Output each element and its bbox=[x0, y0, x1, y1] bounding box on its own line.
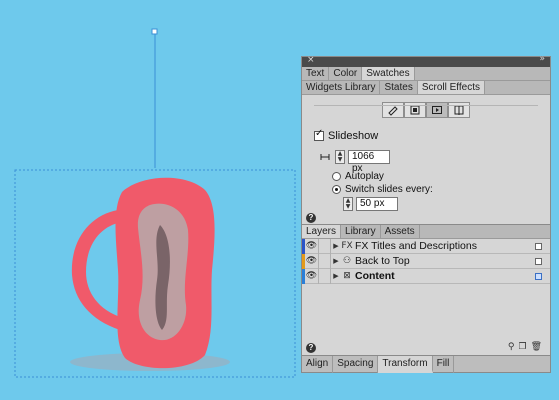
layer-target-box[interactable] bbox=[535, 243, 542, 250]
tab-library[interactable]: Library bbox=[341, 225, 381, 238]
tab-align[interactable]: Align bbox=[302, 356, 334, 373]
tab-widgets-library[interactable]: Widgets Library bbox=[302, 81, 381, 94]
slideshow-checkbox[interactable] bbox=[314, 128, 324, 141]
switch-value-row: ▲ ▼ 50 px bbox=[343, 197, 398, 211]
autoplay-row[interactable]: Autoplay bbox=[332, 171, 384, 182]
expand-arrow-icon[interactable]: ▶ bbox=[331, 272, 341, 280]
help-icon[interactable]: ? bbox=[306, 213, 316, 223]
bottom-panel: Align Spacing Transform Fill bbox=[301, 355, 551, 373]
search-icon[interactable]: ⚲ bbox=[508, 342, 515, 352]
design-canvas[interactable] bbox=[0, 0, 300, 400]
tab-scroll-effects[interactable]: Scroll Effects bbox=[417, 81, 485, 94]
slideshow-checkbox-row[interactable]: Slideshow bbox=[314, 128, 379, 142]
tab-layers[interactable]: Layers bbox=[302, 225, 342, 238]
layer-name: Back to Top bbox=[355, 255, 410, 267]
tab-row-second: Widgets Library States Scroll Effects bbox=[302, 81, 550, 95]
layers-footer: ⚲ ❐ 🗑 bbox=[508, 342, 542, 352]
help-icon[interactable]: ? bbox=[306, 343, 316, 353]
switch-stepper[interactable]: ▲ ▼ bbox=[343, 197, 353, 211]
tab-transform[interactable]: Transform bbox=[378, 356, 433, 373]
switch-slides-radio[interactable] bbox=[332, 185, 341, 194]
layer-row[interactable]: 👁 ▶ ⚇ Back to Top bbox=[302, 253, 550, 269]
lock-slot[interactable] bbox=[319, 238, 331, 254]
eye-icon[interactable]: 👁 bbox=[305, 253, 319, 269]
layer-row[interactable]: 👁 ▶ ⊠ Content bbox=[302, 268, 550, 284]
position-marker-icon bbox=[320, 154, 330, 160]
layers-tab-row: Layers Library Assets bbox=[302, 225, 550, 239]
layer-name: Content bbox=[355, 270, 395, 282]
lock-slot[interactable] bbox=[319, 253, 331, 269]
toolbar-divider bbox=[314, 105, 538, 106]
tab-fill[interactable]: Fill bbox=[433, 356, 455, 373]
tab-row-top: Text Color Swatches bbox=[302, 67, 550, 81]
tab-assets[interactable]: Assets bbox=[381, 225, 420, 238]
bottom-tab-row: Align Spacing Transform Fill bbox=[302, 356, 550, 373]
scroll-effects-panel: × » Text Color Swatches Widgets Library … bbox=[301, 54, 551, 226]
position-input[interactable]: 1066 px bbox=[348, 150, 390, 174]
layer-row[interactable]: 👁 ▶ FX FX Titles and Descriptions bbox=[302, 238, 550, 254]
tab-color[interactable]: Color bbox=[329, 67, 363, 80]
trash-icon[interactable]: 🗑 bbox=[531, 342, 542, 352]
expand-arrow-icon[interactable]: ▶ bbox=[331, 242, 341, 250]
backpack-strap bbox=[71, 210, 123, 330]
eye-icon[interactable]: 👁 bbox=[305, 238, 319, 254]
eye-icon[interactable]: 👁 bbox=[305, 268, 319, 284]
tab-text[interactable]: Text bbox=[302, 67, 330, 80]
scroll-guide-handle bbox=[151, 28, 158, 35]
expand-arrow-icon[interactable]: ▶ bbox=[331, 257, 341, 265]
new-layer-icon[interactable]: ❐ bbox=[518, 342, 526, 352]
autoplay-label: Autoplay bbox=[345, 171, 384, 182]
autoplay-radio[interactable] bbox=[332, 172, 341, 181]
layers-panel: Layers Library Assets 👁 ▶ FX FX Titles a… bbox=[301, 224, 551, 356]
switch-slides-label: Switch slides every: bbox=[345, 184, 433, 195]
position-row: ▲ ▼ 1066 px bbox=[320, 150, 390, 174]
page-icon: ⊠ bbox=[343, 271, 351, 281]
slideshow-label: Slideshow bbox=[328, 130, 379, 142]
close-icon[interactable]: × bbox=[307, 55, 315, 65]
lock-slot[interactable] bbox=[319, 268, 331, 284]
position-stepper[interactable]: ▲ ▼ bbox=[335, 150, 345, 164]
group-icon: FX bbox=[341, 241, 353, 251]
panel-titlebar: × » bbox=[302, 54, 550, 67]
switch-value-input[interactable]: 50 px bbox=[356, 197, 398, 211]
switch-slides-row[interactable]: Switch slides every: bbox=[332, 184, 433, 195]
layer-name: FX Titles and Descriptions bbox=[355, 240, 477, 252]
tab-states[interactable]: States bbox=[380, 81, 418, 94]
layer-target-box[interactable] bbox=[535, 273, 542, 280]
layer-target-box[interactable] bbox=[535, 258, 542, 265]
tab-spacing[interactable]: Spacing bbox=[333, 356, 379, 373]
tab-swatches[interactable]: Swatches bbox=[362, 67, 415, 80]
collapse-icon[interactable]: » bbox=[539, 54, 545, 64]
people-icon: ⚇ bbox=[342, 256, 352, 266]
